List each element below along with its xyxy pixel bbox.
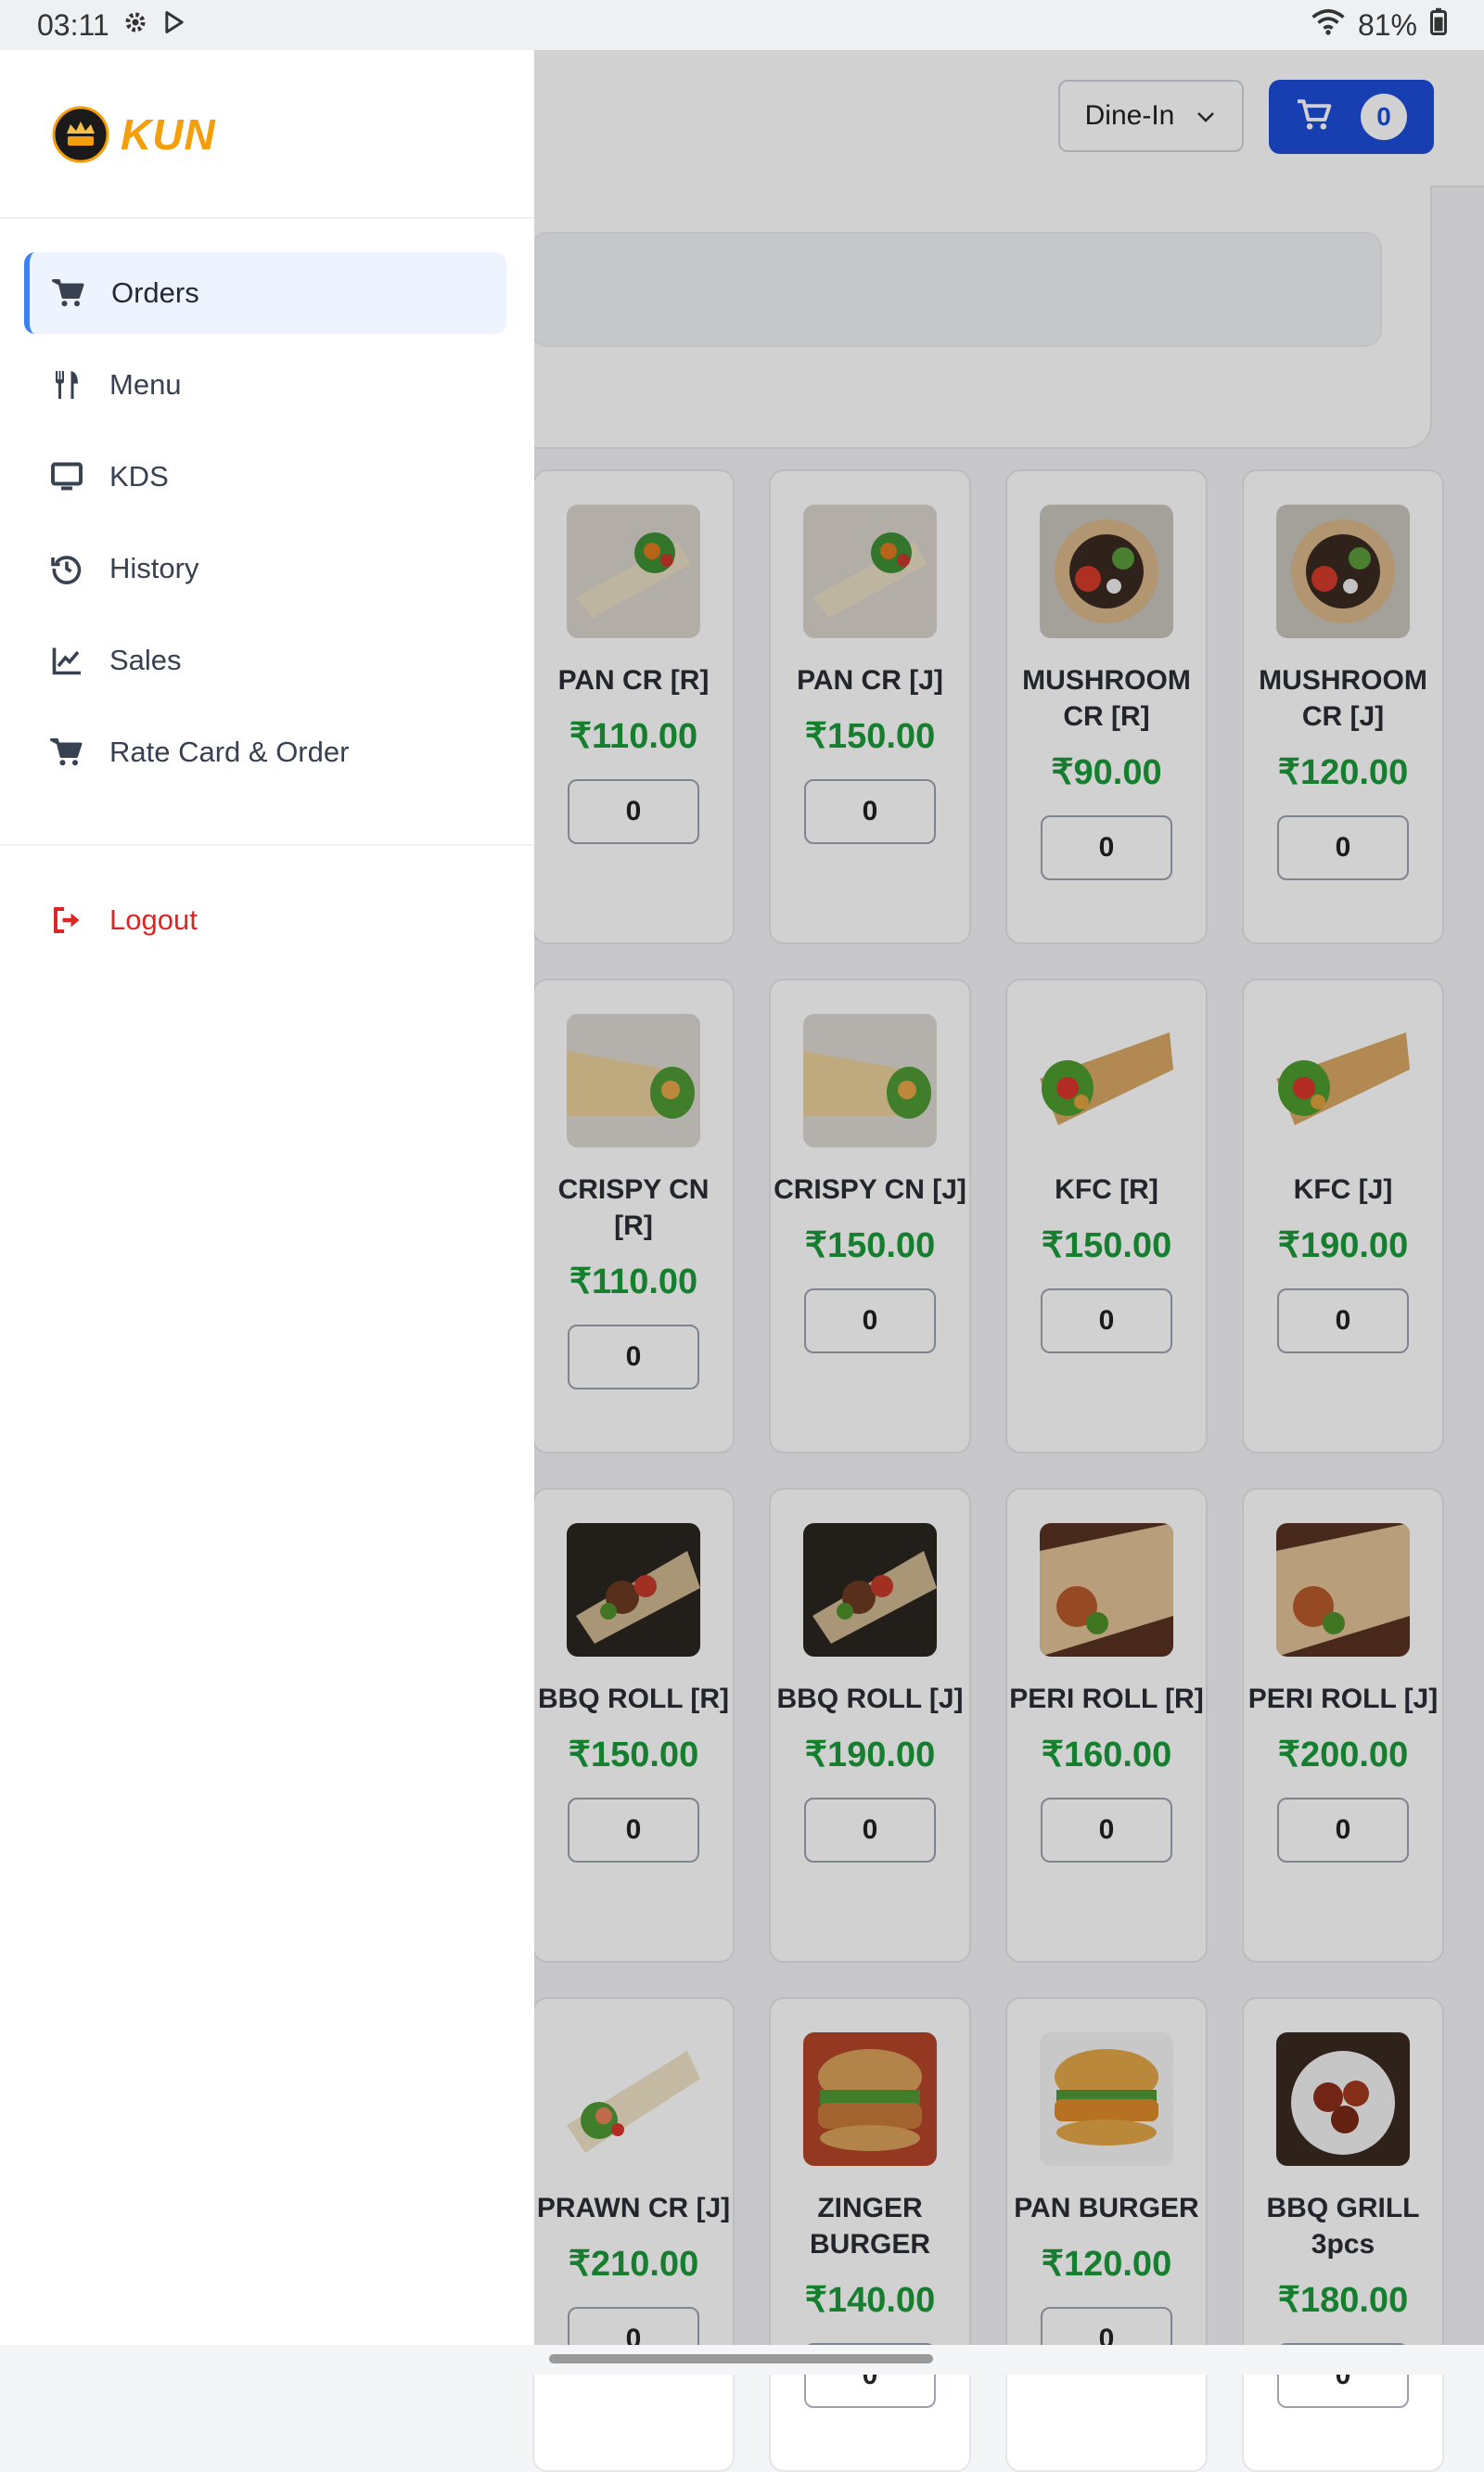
divider — [0, 844, 534, 846]
brand-name: KUN — [121, 110, 216, 159]
nav-label: History — [109, 552, 199, 584]
logout-button[interactable]: Logout — [24, 879, 506, 961]
home-gesture-handle[interactable] — [549, 2354, 933, 2363]
nav-item-rate-card[interactable]: Rate Card & Order — [24, 711, 506, 793]
system-nav-bar — [0, 2345, 1484, 2375]
nav-item-kds[interactable]: KDS — [24, 436, 506, 518]
cart-icon — [50, 736, 83, 769]
nav-label: KDS — [109, 460, 169, 493]
history-icon — [50, 552, 83, 585]
logo-badge-icon — [52, 106, 109, 163]
nav-item-menu[interactable]: Menu — [24, 344, 506, 426]
divider — [0, 217, 534, 219]
battery-percent: 81% — [1357, 7, 1417, 42]
wifi-icon — [1311, 7, 1345, 43]
settings-icon — [122, 8, 148, 43]
logout-label: Logout — [109, 903, 198, 936]
play-store-icon — [161, 8, 187, 43]
logout-icon — [50, 903, 83, 937]
nav-label: Rate Card & Order — [109, 736, 350, 768]
cart-icon — [52, 276, 85, 310]
nav-item-sales[interactable]: Sales — [24, 620, 506, 701]
monitor-icon — [50, 460, 83, 493]
nav-label: Sales — [109, 644, 182, 676]
nav-item-history[interactable]: History — [24, 528, 506, 609]
battery-icon — [1430, 7, 1447, 43]
nav-item-orders[interactable]: Orders — [24, 252, 506, 334]
brand-logo: KUN — [52, 106, 216, 163]
nav-label: Menu — [109, 368, 182, 401]
utensils-icon — [50, 368, 83, 402]
drawer-scrim[interactable] — [534, 50, 1484, 2345]
status-time: 03:11 — [37, 7, 109, 42]
nav-label: Orders — [111, 276, 199, 309]
navigation-drawer: KUN Orders Menu KDS History Sales Rate C… — [0, 50, 534, 2345]
status-bar: 03:11 81% — [0, 0, 1484, 50]
chart-line-icon — [50, 644, 83, 677]
